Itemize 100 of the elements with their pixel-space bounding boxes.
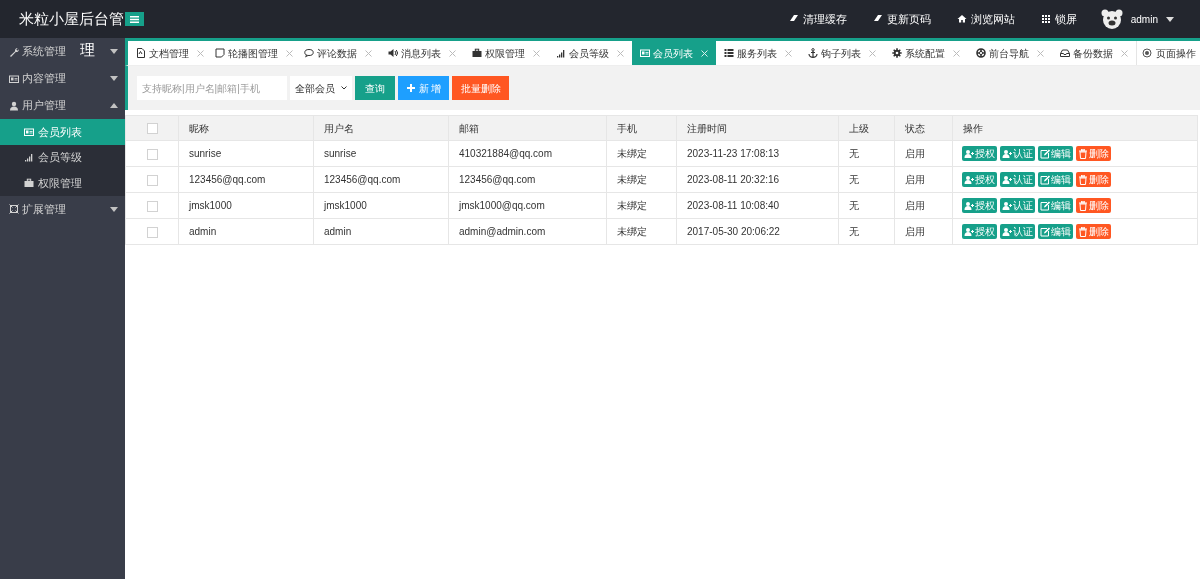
tab[interactable]: 服务列表 xyxy=(716,41,800,65)
table-cell: 启用 xyxy=(894,218,953,245)
table-cell: 410321884@qq.com xyxy=(448,140,607,167)
column-header: 手机 xyxy=(606,115,677,141)
table-cell: 未绑定 xyxy=(606,218,677,245)
id-card-icon xyxy=(9,73,19,84)
close-icon[interactable] xyxy=(1121,49,1128,57)
user-plus-icon xyxy=(1002,200,1012,211)
sidebar-menu-item[interactable]: 用户管理 xyxy=(0,92,125,119)
title-overflow-text: 理 xyxy=(80,42,95,57)
header-action-link[interactable]: 更新页码 xyxy=(872,10,931,28)
menu-toggle-button[interactable] xyxy=(125,12,144,26)
close-icon[interactable] xyxy=(785,49,792,57)
column-header: 用户名 xyxy=(313,115,449,141)
sidebar-menu-item[interactable]: 扩展管理 xyxy=(0,195,125,223)
chevron-down-icon xyxy=(341,86,347,90)
column-header: 注册时间 xyxy=(676,115,839,141)
checkbox[interactable] xyxy=(146,174,158,186)
column-header: 状态 xyxy=(894,115,953,141)
checkbox[interactable] xyxy=(146,226,158,238)
tab[interactable]: 钩子列表 xyxy=(800,41,884,65)
column-header: 邮箱 xyxy=(448,115,607,141)
caret-down-icon xyxy=(110,206,118,212)
user-plus-icon xyxy=(964,174,974,185)
id-card-icon xyxy=(640,48,650,58)
table-cell: sunrise xyxy=(313,140,449,167)
table-cell: jmsk1000 xyxy=(178,192,314,219)
close-icon[interactable] xyxy=(617,49,624,57)
close-icon[interactable] xyxy=(533,49,540,57)
member-filter-dropdown[interactable]: 全部会员 xyxy=(290,76,352,100)
tab[interactable]: 前台导航 xyxy=(968,41,1052,65)
page-operations-button[interactable]: 页面操作 xyxy=(1136,41,1200,65)
tab[interactable]: 权限管理 xyxy=(464,41,548,65)
table-cell: 123456@qq.com xyxy=(178,166,314,193)
table-cell: 2023-08-11 10:08:40 xyxy=(676,192,839,219)
table-cell: admin@admin.com xyxy=(448,218,607,245)
close-icon[interactable] xyxy=(449,49,456,57)
file-icon xyxy=(136,48,146,58)
table-cell: sunrise xyxy=(178,140,314,167)
tab[interactable]: 系统配置 xyxy=(884,41,968,65)
eraser-icon xyxy=(872,14,883,24)
table-cell: jmsk1000 xyxy=(313,192,449,219)
tab[interactable]: 评论数据 xyxy=(296,41,380,65)
close-icon[interactable] xyxy=(365,49,372,57)
close-icon[interactable] xyxy=(197,49,204,57)
close-icon[interactable] xyxy=(1037,49,1044,57)
submenu-item[interactable]: 会员等级 xyxy=(0,144,125,170)
sidebar-menu-item[interactable]: 内容管理 xyxy=(0,65,125,92)
search-field[interactable]: 支持昵称|用户名|邮箱|手机 xyxy=(137,76,287,100)
header-action-link[interactable]: 清理缓存 xyxy=(788,10,847,28)
tab[interactable]: 备份数据 xyxy=(1052,41,1136,65)
caret-icon xyxy=(1166,16,1174,22)
user-plus-icon xyxy=(1002,174,1012,185)
tab[interactable]: 文档管理 xyxy=(128,41,212,65)
trash-icon xyxy=(1078,200,1088,211)
checkbox[interactable] xyxy=(146,123,158,135)
checkbox[interactable] xyxy=(146,200,158,212)
table-cell: 123456@qq.com xyxy=(448,166,607,193)
id-card-icon xyxy=(24,126,34,137)
table-cell: admin xyxy=(178,218,314,245)
edit-icon xyxy=(1040,200,1050,211)
tab[interactable]: 轮播图管理 xyxy=(212,41,296,65)
menu-icon xyxy=(130,15,139,23)
lifebuoy-icon xyxy=(976,48,986,58)
table-cell: 启用 xyxy=(894,140,953,167)
briefcase-icon xyxy=(24,177,34,188)
header-action-link[interactable]: 锁屏 xyxy=(1040,10,1077,28)
gear-icon xyxy=(892,48,902,58)
column-header: 上级 xyxy=(838,115,895,141)
submenu-item[interactable]: 权限管理 xyxy=(0,170,125,196)
edit-icon xyxy=(1040,226,1050,237)
user-plus-icon xyxy=(964,226,974,237)
list-icon xyxy=(724,48,734,58)
column-header: 操作 xyxy=(952,115,1198,141)
inbox-icon xyxy=(1060,48,1070,58)
eraser-icon xyxy=(788,14,799,24)
tab[interactable]: 会员等级 xyxy=(548,41,632,65)
tab[interactable]: 消息列表 xyxy=(380,41,464,65)
table-cell: 无 xyxy=(838,140,895,167)
user-icon xyxy=(9,100,19,111)
trash-icon xyxy=(1078,148,1088,159)
table-cell: 未绑定 xyxy=(606,140,677,167)
user-plus-icon xyxy=(1002,148,1012,159)
checkbox[interactable] xyxy=(146,148,158,160)
table-cell: 2023-08-11 20:32:16 xyxy=(676,166,839,193)
close-icon[interactable] xyxy=(869,49,876,57)
note-icon xyxy=(215,48,225,58)
table-cell: 启用 xyxy=(894,166,953,193)
header-action-link[interactable]: 浏览网站 xyxy=(956,10,1015,28)
plus-icon xyxy=(405,83,416,93)
caret-down-icon xyxy=(110,49,118,54)
close-icon[interactable] xyxy=(953,49,960,57)
grid-icon xyxy=(1040,14,1051,24)
caret-down-icon xyxy=(110,76,118,81)
table-cell: admin xyxy=(313,218,449,245)
caret-up-icon xyxy=(110,103,118,108)
site-title: 米粒小屋后台管 xyxy=(19,8,125,29)
close-icon[interactable] xyxy=(286,49,293,57)
user-name[interactable]: admin xyxy=(1130,11,1158,27)
chat-icon xyxy=(304,48,314,58)
